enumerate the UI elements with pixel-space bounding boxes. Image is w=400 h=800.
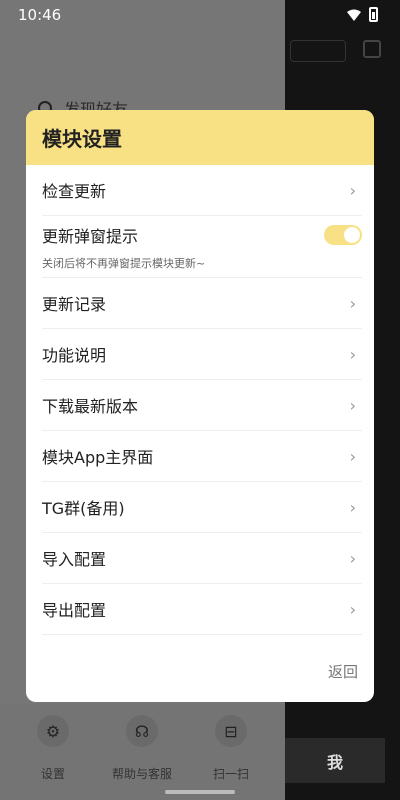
chevron-right-icon: › <box>349 497 356 517</box>
menu-item-label: 导入配置 <box>42 550 107 569</box>
gear-icon: ⚙ <box>37 715 69 747</box>
chevron-right-icon: › <box>349 180 356 200</box>
battery-icon <box>369 7 378 22</box>
menu-item-module-app[interactable]: 模块App主界面 › <box>42 431 362 482</box>
menu-item-label: 功能说明 <box>42 346 107 365</box>
dialog-title: 模块设置 <box>26 110 374 165</box>
chevron-right-icon: › <box>349 395 356 415</box>
nav-label: 帮助与客服 <box>111 767 172 781</box>
home-indicator[interactable] <box>165 790 235 794</box>
menu-item-export-config[interactable]: 导出配置 › <box>42 584 362 635</box>
menu-item-changelog[interactable]: 更新记录 › <box>42 278 362 329</box>
module-settings-dialog: 模块设置 检查更新 › 更新弹窗提示 关闭后将不再弹窗提示模块更新~ 更新记录 … <box>26 110 374 702</box>
update-popup-toggle[interactable] <box>324 224 362 245</box>
status-bar: 10:46 <box>0 0 400 30</box>
status-time: 10:46 <box>18 6 62 24</box>
menu-item-label: 更新弹窗提示 <box>42 226 139 246</box>
nav-label: 设置 <box>40 767 65 781</box>
chevron-right-icon: › <box>349 344 356 364</box>
nav-settings[interactable]: ⚙ 设置 <box>8 715 98 782</box>
scan-icon: ⊟ <box>215 715 247 747</box>
menu-item-label: 检查更新 <box>42 182 107 201</box>
tab-me[interactable]: 我 <box>285 738 385 783</box>
menu-item-label: TG群(备用) <box>42 499 125 518</box>
chevron-right-icon: › <box>349 446 356 466</box>
bottom-nav: ⚙ 设置 ☊ 帮助与客服 ⊟ 扫一扫 <box>0 705 285 800</box>
share-icon <box>363 40 381 58</box>
menu-item-subtitle: 关闭后将不再弹窗提示模块更新~ <box>42 256 206 270</box>
chevron-right-icon: › <box>349 548 356 568</box>
menu-item-import-config[interactable]: 导入配置 › <box>42 533 362 584</box>
menu-item-download-latest[interactable]: 下载最新版本 › <box>42 380 362 431</box>
chevron-right-icon: › <box>349 599 356 619</box>
nav-help[interactable]: ☊ 帮助与客服 <box>97 715 187 782</box>
menu-item-update-popup: 更新弹窗提示 关闭后将不再弹窗提示模块更新~ <box>42 216 362 278</box>
toggle-knob <box>344 226 360 243</box>
chevron-right-icon: › <box>349 293 356 313</box>
nav-label: 扫一扫 <box>212 767 249 781</box>
wifi-icon <box>347 9 361 21</box>
menu-item-check-update[interactable]: 检查更新 › <box>42 165 362 216</box>
menu-item-label: 更新记录 <box>42 295 107 314</box>
nav-scan[interactable]: ⊟ 扫一扫 <box>186 715 276 782</box>
menu-item-feature-guide[interactable]: 功能说明 › <box>42 329 362 380</box>
menu-item-tg-group[interactable]: TG群(备用) › <box>42 482 362 533</box>
background-chip <box>290 40 346 62</box>
menu-item-label: 导出配置 <box>42 601 107 620</box>
back-button[interactable]: 返回 <box>328 661 358 682</box>
menu-item-label: 模块App主界面 <box>42 448 154 467</box>
headset-icon: ☊ <box>126 715 158 747</box>
menu-item-label: 下载最新版本 <box>42 397 139 416</box>
